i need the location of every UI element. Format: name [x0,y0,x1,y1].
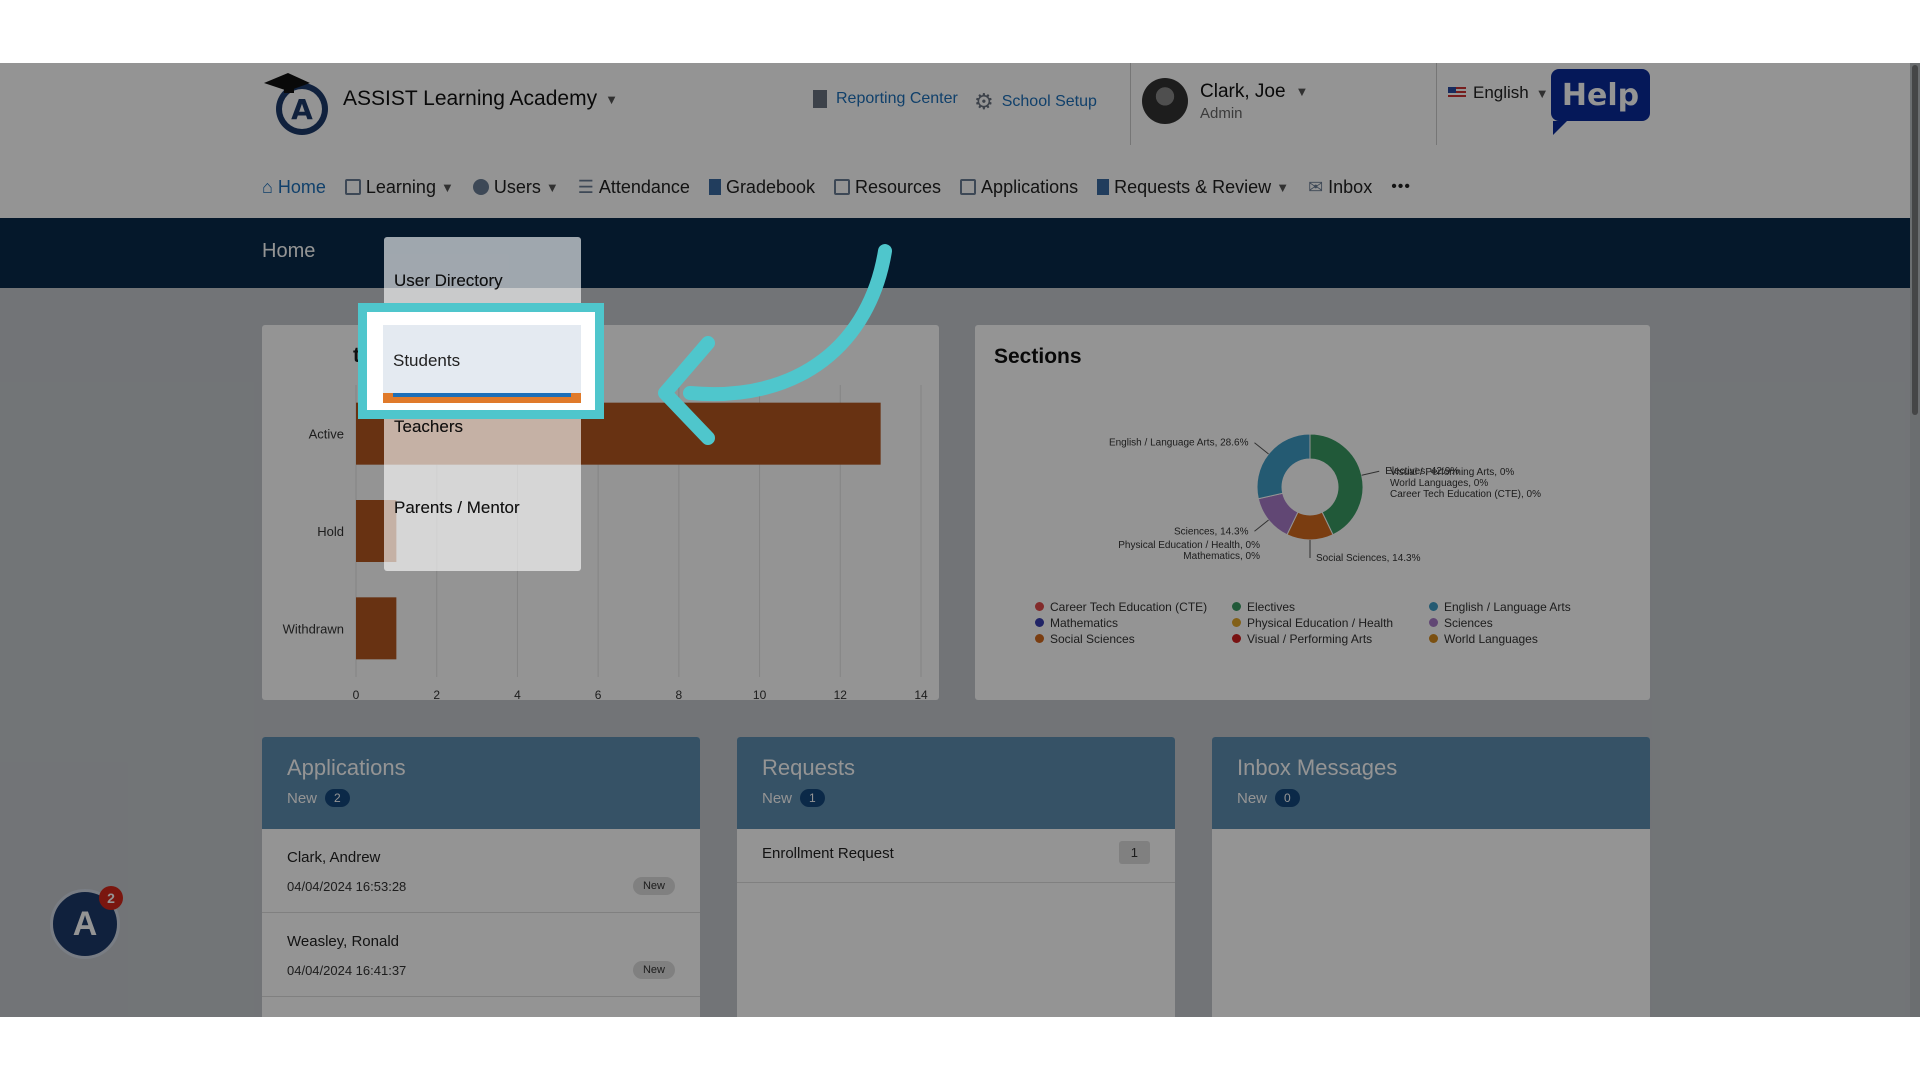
curved-arrow-icon [658,244,892,445]
menu-item-students-label: Students [393,351,461,370]
selection-bar [383,393,581,403]
menu-item-user-directory-label: User Directory [394,271,503,290]
tutorial-overlay [0,63,1920,1017]
menu-item-students[interactable]: Students [383,325,581,403]
highlight-frame: Students [358,303,604,419]
app-frame: A ASSIST Learning Academy ▼ Reporting Ce… [0,63,1920,1017]
menu-item-teachers-label: Teachers [394,417,463,436]
menu-item-parents-mentor-label: Parents / Mentor [394,498,520,517]
